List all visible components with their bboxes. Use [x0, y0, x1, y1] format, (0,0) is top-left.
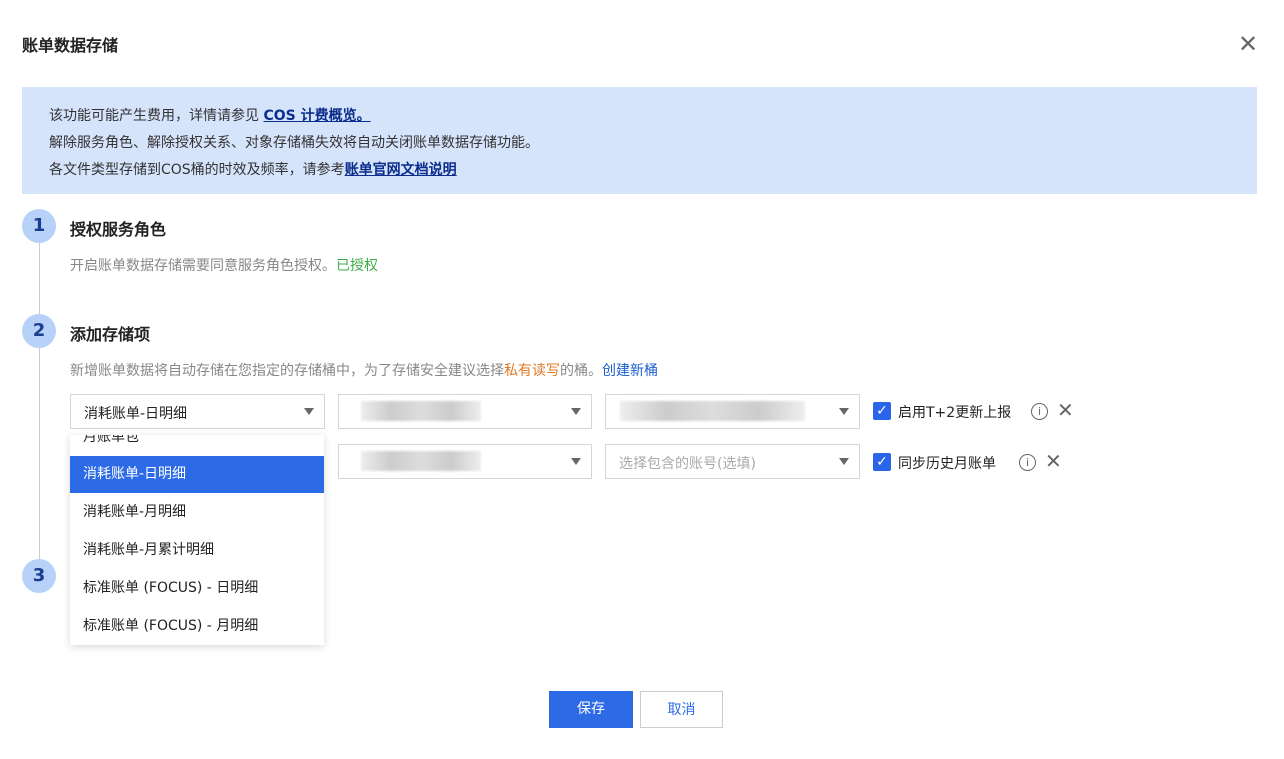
banner-text: 该功能可能产生费用，详情请参见 — [49, 108, 264, 124]
region-select[interactable] — [338, 394, 592, 429]
step-1-title: 授权服务角色 — [70, 220, 167, 239]
redacted-value — [361, 401, 481, 421]
close-icon[interactable]: ✕ — [1238, 30, 1258, 58]
dialog-title: 账单数据存储 — [22, 36, 119, 55]
step-1-badge: 1 — [22, 209, 56, 243]
dropdown-option-selected[interactable]: 消耗账单-日明细 — [70, 456, 324, 493]
account-select[interactable]: 选择包含的账号(选填) — [605, 444, 860, 479]
sync-history-checkbox[interactable]: ✓ — [873, 453, 891, 471]
bill-type-dropdown: 月账单包 消耗账单-日明细 消耗账单-月明细 消耗账单-月累计明细 标准账单 (… — [70, 435, 324, 645]
step-connector — [39, 243, 40, 563]
authorized-status: 已授权 — [336, 258, 378, 274]
dropdown-option[interactable]: 消耗账单-月累计明细 — [70, 532, 324, 569]
dropdown-option[interactable]: 标准账单 (FOCUS) - 日明细 — [70, 570, 324, 607]
chevron-down-icon — [839, 458, 849, 465]
banner-text: 各文件类型存储到COS桶的时效及频率，请参考 — [49, 162, 345, 178]
t2-update-checkbox[interactable]: ✓ — [873, 402, 891, 420]
step-2-desc: 新增账单数据将自动存储在您指定的存储桶中，为了存储安全建议选择私有读写的桶。创建… — [70, 363, 658, 379]
step-3-badge: 3 — [22, 559, 56, 593]
redacted-value — [361, 451, 481, 471]
t2-update-label: 启用T+2更新上报 — [898, 405, 1012, 421]
delete-row-icon[interactable]: ✕ — [1057, 398, 1074, 422]
info-icon[interactable]: i — [1019, 454, 1036, 471]
chevron-down-icon — [839, 408, 849, 415]
delete-row-icon[interactable]: ✕ — [1045, 449, 1062, 473]
bill-type-select[interactable]: 消耗账单-日明细 — [70, 394, 325, 429]
chevron-down-icon — [571, 408, 581, 415]
save-button[interactable]: 保存 — [549, 691, 633, 728]
dropdown-option[interactable]: 消耗账单-月明细 — [70, 494, 324, 531]
chevron-down-icon — [304, 408, 314, 415]
info-banner: 该功能可能产生费用，详情请参见 COS 计费概览。 解除服务角色、解除授权关系、… — [22, 87, 1257, 194]
banner-text: 解除服务角色、解除授权关系、对象存储桶失效将自动关闭账单数据存储功能。 — [49, 135, 539, 151]
cancel-button[interactable]: 取消 — [640, 691, 723, 728]
dropdown-option[interactable]: 月账单包 — [70, 435, 324, 456]
doc-link[interactable]: 账单官网文档说明 — [345, 162, 457, 178]
step-1-desc: 开启账单数据存储需要同意服务角色授权。已授权 — [70, 258, 378, 274]
step-2-title: 添加存储项 — [70, 325, 151, 344]
bucket-select[interactable] — [605, 394, 860, 429]
dropdown-option[interactable]: 标准账单 (FOCUS) - 月明细 — [70, 608, 324, 645]
create-bucket-link[interactable]: 创建新桶 — [602, 363, 658, 379]
sync-history-label: 同步历史月账单 — [898, 456, 996, 472]
step-2-badge: 2 — [22, 314, 56, 348]
info-icon[interactable]: i — [1031, 403, 1048, 420]
cos-pricing-link[interactable]: COS 计费概览。 — [263, 108, 370, 124]
region-select[interactable] — [338, 444, 592, 479]
redacted-value — [620, 401, 805, 421]
chevron-down-icon — [571, 458, 581, 465]
